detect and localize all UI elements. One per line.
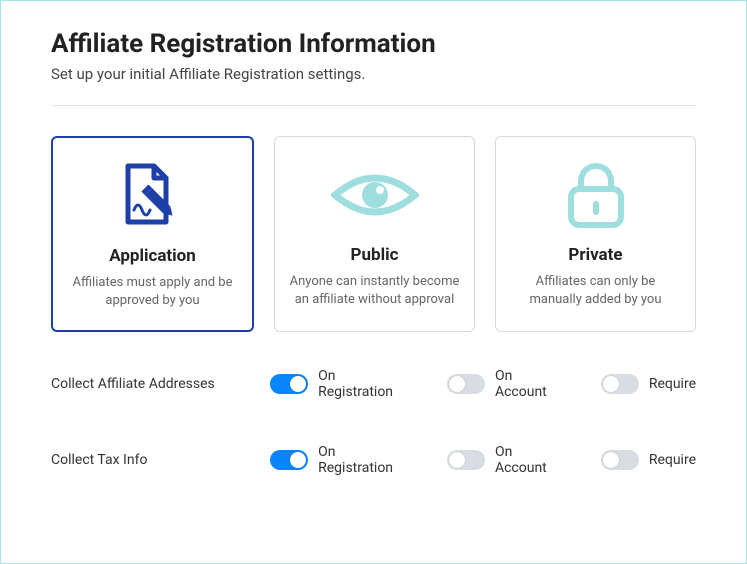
mode-title: Public [351, 245, 399, 265]
mode-card-public[interactable]: Public Anyone can instantly become an af… [274, 136, 475, 332]
toggle-label: On Registration [318, 368, 413, 400]
toggle-item-on-registration: On Registration [270, 444, 413, 476]
toggle-label: Require [649, 452, 696, 468]
mode-desc: Affiliates must apply and be approved by… [67, 274, 238, 310]
page-title: Affiliate Registration Information [51, 29, 696, 59]
setting-label: Collect Affiliate Addresses [51, 376, 270, 392]
eye-icon [331, 155, 419, 235]
toggle-label: Require [649, 376, 696, 392]
toggle-addresses-require[interactable] [601, 374, 639, 394]
mode-cards: Application Affiliates must apply and be… [51, 136, 696, 332]
toggle-tax-on-account[interactable] [447, 450, 485, 470]
application-icon [114, 156, 192, 236]
toggle-item-require: Require [601, 374, 696, 394]
toggle-tax-require[interactable] [601, 450, 639, 470]
mode-desc: Affiliates can only be manually added by… [510, 273, 681, 309]
toggle-item-on-registration: On Registration [270, 368, 413, 400]
setting-label: Collect Tax Info [51, 452, 270, 468]
affiliate-registration-panel: Affiliate Registration Information Set u… [0, 0, 747, 564]
toggle-item-on-account: On Account [447, 444, 567, 476]
toggle-label: On Account [495, 444, 567, 476]
toggle-item-require: Require [601, 450, 696, 470]
toggle-tax-on-registration[interactable] [270, 450, 308, 470]
setting-collect-tax: Collect Tax Info On Registration On Acco… [51, 444, 696, 476]
mode-title: Private [568, 245, 622, 265]
page-subtitle: Set up your initial Affiliate Registrati… [51, 65, 696, 83]
mode-card-private[interactable]: Private Affiliates can only be manually … [495, 136, 696, 332]
content-area: Affiliate Registration Information Set u… [1, 1, 746, 476]
toggle-group: On Registration On Account Require [270, 368, 696, 400]
toggle-item-on-account: On Account [447, 368, 567, 400]
mode-card-application[interactable]: Application Affiliates must apply and be… [51, 136, 254, 332]
divider [51, 105, 696, 106]
toggle-addresses-on-account[interactable] [447, 374, 485, 394]
lock-icon [563, 155, 629, 235]
toggle-addresses-on-registration[interactable] [270, 374, 308, 394]
toggle-label: On Account [495, 368, 567, 400]
mode-title: Application [109, 246, 196, 266]
setting-collect-addresses: Collect Affiliate Addresses On Registrat… [51, 368, 696, 400]
toggle-group: On Registration On Account Require [270, 444, 696, 476]
toggle-label: On Registration [318, 444, 413, 476]
mode-desc: Anyone can instantly become an affiliate… [289, 273, 460, 309]
